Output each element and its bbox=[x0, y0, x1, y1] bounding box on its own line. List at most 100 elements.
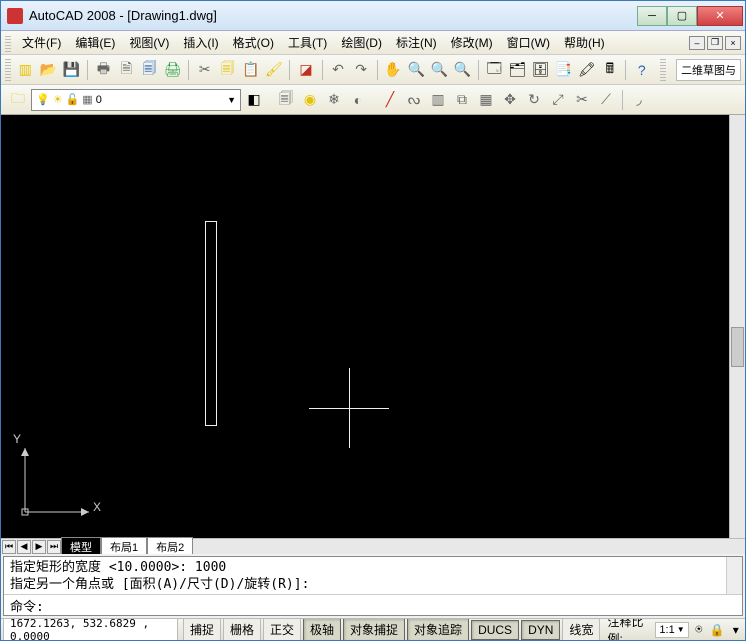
scrollbar-thumb[interactable] bbox=[731, 327, 744, 367]
layer-freeze-button[interactable]: ❄ bbox=[323, 89, 345, 111]
tool-palettes-button[interactable]: 🗄 bbox=[530, 59, 551, 81]
layer-states-button[interactable]: 🗐 bbox=[275, 89, 297, 111]
lwt-toggle[interactable]: 线宽 bbox=[562, 618, 600, 640]
tab-layout2[interactable]: 布局2 bbox=[147, 537, 193, 554]
command-scrollbar[interactable] bbox=[726, 557, 742, 594]
zoom-prev-button[interactable]: 🔍 bbox=[452, 59, 473, 81]
block-editor-button[interactable]: ◪ bbox=[295, 59, 316, 81]
menu-edit[interactable]: 编辑(E) bbox=[68, 31, 122, 54]
match-prop-button[interactable]: 🖌 bbox=[263, 59, 284, 81]
menu-draw[interactable]: 绘图(D) bbox=[334, 31, 389, 54]
line-button[interactable]: ╱ bbox=[379, 89, 401, 111]
minimize-button[interactable]: ─ bbox=[637, 6, 667, 26]
array-button[interactable]: ▦ bbox=[475, 89, 497, 111]
mirror-button[interactable]: ▥ bbox=[427, 89, 449, 111]
extend-button[interactable]: ⟋ bbox=[595, 89, 617, 111]
zoom-realtime-button[interactable]: 🔍 bbox=[406, 59, 427, 81]
properties-button[interactable]: 🗔 bbox=[484, 59, 505, 81]
coordinates-display[interactable]: 1672.1263, 532.6829 , 0.0000 bbox=[3, 618, 178, 640]
pan-button[interactable]: ✋ bbox=[383, 59, 404, 81]
crosshair-vertical bbox=[349, 368, 350, 448]
vertical-scrollbar[interactable] bbox=[729, 115, 745, 538]
design-center-button[interactable]: 🗂 bbox=[507, 59, 528, 81]
ortho-toggle[interactable]: 正交 bbox=[263, 618, 301, 640]
rotate-button[interactable]: ↻ bbox=[523, 89, 545, 111]
cut-button[interactable]: ✂ bbox=[194, 59, 215, 81]
separator bbox=[87, 60, 88, 80]
otrack-toggle[interactable]: 对象追踪 bbox=[407, 618, 469, 640]
command-input[interactable] bbox=[48, 598, 736, 613]
tab-model[interactable]: 模型 bbox=[61, 537, 101, 554]
menu-dimension[interactable]: 标注(N) bbox=[389, 31, 444, 54]
menu-modify[interactable]: 修改(M) bbox=[444, 31, 500, 54]
tab-layout1[interactable]: 布局1 bbox=[101, 537, 147, 554]
separator bbox=[625, 60, 626, 80]
polar-toggle[interactable]: 极轴 bbox=[303, 618, 341, 640]
horizontal-scrollbar[interactable] bbox=[197, 540, 745, 554]
undo-button[interactable]: ↶ bbox=[327, 59, 348, 81]
maximize-button[interactable]: ▢ bbox=[667, 6, 697, 26]
menu-tools[interactable]: 工具(T) bbox=[281, 31, 334, 54]
annotation-visibility-icon[interactable]: ⍟ bbox=[691, 621, 707, 639]
paste-button[interactable]: 📋 bbox=[240, 59, 261, 81]
layer-prev-button[interactable]: ◧ bbox=[243, 89, 265, 111]
offset-button[interactable]: ⧉ bbox=[451, 89, 473, 111]
print-button[interactable]: 🖶 bbox=[93, 59, 114, 81]
fillet-button[interactable]: ◞ bbox=[628, 89, 650, 111]
trim-button[interactable]: ✂ bbox=[571, 89, 593, 111]
grip-icon bbox=[5, 34, 11, 52]
osnap-toggle[interactable]: 对象捕捉 bbox=[343, 618, 405, 640]
menu-window[interactable]: 窗口(W) bbox=[500, 31, 557, 54]
grid-toggle[interactable]: 栅格 bbox=[223, 618, 261, 640]
tab-prev-button[interactable]: ◀ bbox=[17, 540, 31, 554]
tab-first-button[interactable]: ⏮ bbox=[2, 540, 16, 554]
sheet-set-button[interactable]: 📑 bbox=[553, 59, 574, 81]
layer-dropdown[interactable]: 💡 ☀ 🔓 ▦ 0 ▼ bbox=[31, 89, 241, 111]
drawing-canvas[interactable]: X Y bbox=[1, 115, 729, 538]
plot-button[interactable]: 🖨 bbox=[162, 59, 183, 81]
zoom-window-button[interactable]: 🔍 bbox=[429, 59, 450, 81]
dyn-toggle[interactable]: DYN bbox=[521, 620, 560, 640]
menu-insert[interactable]: 插入(I) bbox=[176, 31, 225, 54]
tab-last-button[interactable]: ⏭ bbox=[47, 540, 61, 554]
mdi-close-button[interactable]: × bbox=[725, 36, 741, 50]
command-history[interactable]: 指定矩形的宽度 <10.0000>: 1000 指定另一个角点或 [面积(A)/… bbox=[4, 557, 742, 595]
menu-format[interactable]: 格式(O) bbox=[226, 31, 281, 54]
mdi-minimize-button[interactable]: – bbox=[689, 36, 705, 50]
menu-help[interactable]: 帮助(H) bbox=[557, 31, 612, 54]
workspace-label[interactable]: 二维草图与 bbox=[676, 59, 741, 81]
mdi-restore-button[interactable]: ❐ bbox=[707, 36, 723, 50]
layer-manager-button[interactable]: 🗀 bbox=[7, 89, 29, 111]
ducs-toggle[interactable]: DUCS bbox=[471, 620, 519, 640]
open-button[interactable]: 📂 bbox=[38, 59, 59, 81]
window-buttons: ─ ▢ ✕ bbox=[637, 6, 743, 26]
print-preview-button[interactable]: 🗎 bbox=[116, 59, 137, 81]
scale-dropdown[interactable]: 1:1 ▼ bbox=[655, 622, 688, 638]
status-tray-icon[interactable]: ▾ bbox=[728, 621, 744, 639]
copy-button[interactable]: 🗐 bbox=[217, 59, 238, 81]
move-button[interactable]: ✥ bbox=[499, 89, 521, 111]
ucs-y-label: Y bbox=[13, 432, 21, 446]
layer-off-button[interactable]: ◐ bbox=[347, 89, 369, 111]
grip-icon bbox=[660, 59, 666, 81]
save-button[interactable]: 💾 bbox=[61, 59, 82, 81]
menu-view[interactable]: 视图(V) bbox=[122, 31, 176, 54]
redo-button[interactable]: ↷ bbox=[351, 59, 372, 81]
layer-iso-button[interactable]: ◉ bbox=[299, 89, 321, 111]
scale-button[interactable]: ⤢ bbox=[547, 89, 569, 111]
pline-button[interactable]: ᔓ bbox=[403, 89, 425, 111]
menu-file[interactable]: 文件(F) bbox=[15, 31, 68, 54]
standard-toolbar: ▥ 📂 💾 🖶 🗎 🗐 🖨 ✂ 🗐 📋 🖌 ◪ ↶ ↷ ✋ 🔍 🔍 🔍 🗔 🗂 … bbox=[1, 55, 745, 85]
tab-next-button[interactable]: ▶ bbox=[32, 540, 46, 554]
lock-icon[interactable]: 🔒 bbox=[709, 621, 725, 639]
help-button[interactable]: ? bbox=[631, 59, 652, 81]
separator bbox=[377, 60, 378, 80]
publish-button[interactable]: 🗐 bbox=[139, 59, 160, 81]
window-title: AutoCAD 2008 - [Drawing1.dwg] bbox=[29, 8, 637, 23]
ucs-x-label: X bbox=[93, 500, 101, 514]
quickcalc-button[interactable]: 🖩 bbox=[599, 59, 620, 81]
new-button[interactable]: ▥ bbox=[15, 59, 36, 81]
close-button[interactable]: ✕ bbox=[697, 6, 743, 26]
snap-toggle[interactable]: 捕捉 bbox=[183, 618, 221, 640]
markup-button[interactable]: 🖍 bbox=[576, 59, 597, 81]
